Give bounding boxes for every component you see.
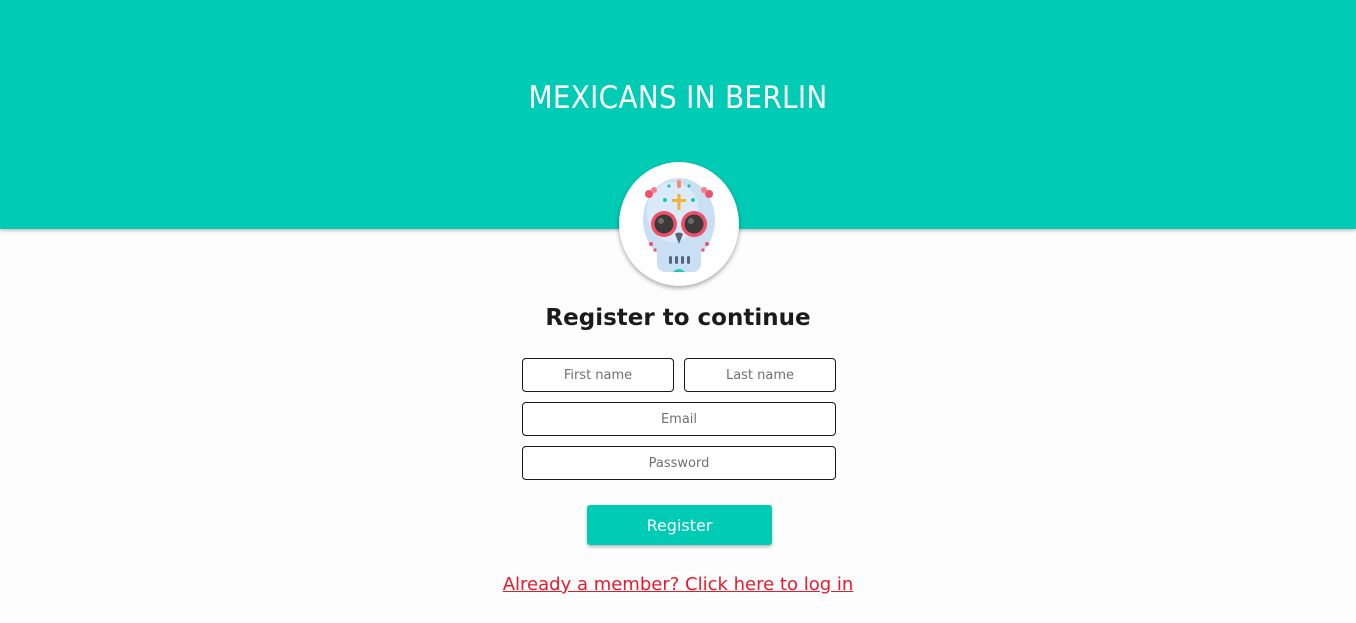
form-title: Register to continue	[545, 305, 811, 331]
avatar	[619, 162, 739, 286]
register-button[interactable]: Register	[587, 505, 772, 545]
first-name-input[interactable]	[522, 358, 674, 392]
login-link-row: Already a member? Click here to log in	[0, 574, 1356, 595]
site-title: MEXICANS IN BERLIN	[528, 80, 828, 116]
email-input[interactable]	[522, 402, 836, 436]
login-link[interactable]: Already a member? Click here to log in	[503, 574, 854, 595]
password-input[interactable]	[522, 446, 836, 480]
sugar-skull-icon	[643, 178, 715, 272]
last-name-input[interactable]	[684, 358, 836, 392]
